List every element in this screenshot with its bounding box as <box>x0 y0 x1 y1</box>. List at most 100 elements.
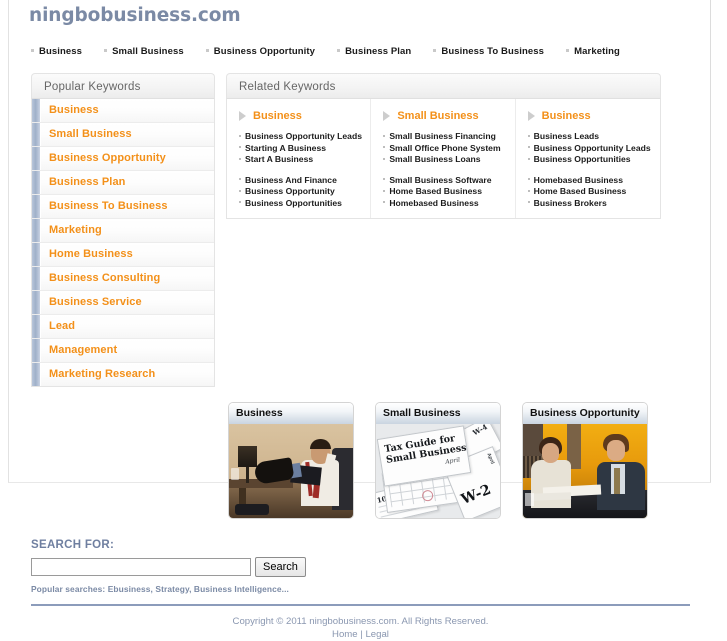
related-link[interactable]: Home Based Business <box>389 186 482 196</box>
top-navigation: Business Small Business Business Opportu… <box>9 45 710 61</box>
sidebar-item-label[interactable]: Business Opportunity <box>41 147 214 170</box>
sidebar-item-business-service[interactable]: Business Service <box>32 291 214 315</box>
related-link[interactable]: Business Opportunity Leads <box>245 131 362 141</box>
related-link[interactable]: Business Opportunity Leads <box>534 143 651 153</box>
sidebar-item-home-business[interactable]: Home Business <box>32 243 214 267</box>
search-input[interactable] <box>31 558 251 576</box>
related-link[interactable]: Homebased Business <box>389 198 478 208</box>
list-item[interactable]: Business And Finance <box>239 175 370 187</box>
list-item[interactable]: Small Office Phone System <box>383 143 514 155</box>
list-item[interactable]: Starting A Business <box>239 143 370 155</box>
accent-bar-icon <box>32 315 41 338</box>
nav-item-business-plan[interactable]: Business Plan <box>337 46 411 57</box>
sidebar-item-marketing[interactable]: Marketing <box>32 219 214 243</box>
sidebar-item-label[interactable]: Business Service <box>41 291 214 314</box>
related-column-title[interactable]: Business <box>253 110 302 122</box>
list-item[interactable]: Small Business Software <box>383 175 514 187</box>
accent-bar-icon <box>32 243 41 266</box>
bullet-icon <box>527 157 530 160</box>
list-item[interactable]: Home Based Business <box>383 186 514 198</box>
tax-guide-april-label: April <box>444 456 461 466</box>
related-link[interactable]: Business Opportunities <box>534 154 631 164</box>
sidebar-item-label[interactable]: Marketing Research <box>41 363 214 386</box>
search-label: SEARCH FOR: <box>31 539 115 551</box>
sidebar-item-label[interactable]: Home Business <box>41 243 214 266</box>
related-column-title[interactable]: Business <box>542 110 591 122</box>
bullet-icon <box>239 178 241 181</box>
nav-item-business[interactable]: Business <box>31 46 82 57</box>
related-keywords-body: Business Business Opportunity Leads Star… <box>226 99 661 219</box>
list-item[interactable]: Business Opportunity Leads <box>527 143 660 155</box>
nav-item-business-to-business[interactable]: Business To Business <box>433 46 544 57</box>
search-button[interactable]: Search <box>255 557 306 577</box>
sidebar-item-small-business[interactable]: Small Business <box>32 123 214 147</box>
related-link[interactable]: Business Opportunity <box>245 186 335 196</box>
card-business-opportunity[interactable]: Business Opportunity <box>522 402 648 519</box>
sidebar-item-label[interactable]: Small Business <box>41 123 214 146</box>
sidebar-item-label[interactable]: Management <box>41 339 214 362</box>
sidebar-item-label[interactable]: Business To Business <box>41 195 214 218</box>
related-link[interactable]: Business And Finance <box>245 175 337 185</box>
sidebar-item-lead[interactable]: Lead <box>32 315 214 339</box>
list-item[interactable]: Business Opportunities <box>239 198 370 210</box>
related-link[interactable]: Start A Business <box>245 154 313 164</box>
form-w2-label: W-2 <box>458 481 494 509</box>
photo-telephone <box>235 504 269 515</box>
sidebar-item-business-consulting[interactable]: Business Consulting <box>32 267 214 291</box>
accent-bar-icon <box>32 123 41 146</box>
sidebar-item-management[interactable]: Management <box>32 339 214 363</box>
sidebar-item-label[interactable]: Business Plan <box>41 171 214 194</box>
footer-link-home[interactable]: Home <box>332 629 358 640</box>
page-container: ningbobusiness.com Business Small Busine… <box>8 0 711 640</box>
nav-item-label: Marketing <box>574 46 620 57</box>
card-small-business[interactable]: Small Business 1040 W-4 April W-2 <box>375 402 501 519</box>
related-link[interactable]: Small Business Software <box>389 175 491 185</box>
popular-searches[interactable]: Popular searches: Ebusiness, Strategy, B… <box>31 584 710 594</box>
list-item[interactable]: Business Opportunities <box>527 154 660 166</box>
popular-keywords-header: Popular Keywords <box>31 73 215 99</box>
sidebar-item-marketing-research[interactable]: Marketing Research <box>32 363 214 386</box>
related-link[interactable]: Business Leads <box>534 131 599 141</box>
related-link[interactable]: Small Business Loans <box>389 154 480 164</box>
list-item[interactable]: Homebased Business <box>527 175 660 187</box>
sidebar-item-label[interactable]: Marketing <box>41 219 214 242</box>
footer-links: Home | Legal <box>31 628 690 641</box>
bullet-icon <box>104 49 108 53</box>
list-item[interactable]: Small Business Loans <box>383 154 514 166</box>
related-link[interactable]: Business Opportunities <box>245 198 342 208</box>
bullet-icon <box>383 189 386 192</box>
sidebar-item-business-to-business[interactable]: Business To Business <box>32 195 214 219</box>
sidebar-item-business-plan[interactable]: Business Plan <box>32 171 214 195</box>
related-link[interactable]: Starting A Business <box>245 143 326 153</box>
list-item[interactable]: Start A Business <box>239 154 370 166</box>
related-link[interactable]: Small Business Financing <box>389 131 496 141</box>
popular-keywords-list: Business Small Business Business Opportu… <box>32 99 214 386</box>
sidebar-item-business-opportunity[interactable]: Business Opportunity <box>32 147 214 171</box>
list-item[interactable]: Business Brokers <box>527 198 660 210</box>
sidebar-item-business[interactable]: Business <box>32 99 214 123</box>
sidebar-item-label[interactable]: Lead <box>41 315 214 338</box>
accent-bar-icon <box>32 99 41 122</box>
list-item[interactable]: Home Based Business <box>527 186 660 198</box>
sidebar-item-label[interactable]: Business Consulting <box>41 267 214 290</box>
card-business[interactable]: Business <box>228 402 354 519</box>
popular-keywords-body: Business Small Business Business Opportu… <box>31 99 215 387</box>
bullet-icon <box>433 49 437 53</box>
related-link[interactable]: Home Based Business <box>534 186 627 196</box>
list-item[interactable]: Business Leads <box>527 131 660 143</box>
footer-link-legal[interactable]: Legal <box>365 629 388 640</box>
nav-item-marketing[interactable]: Marketing <box>566 46 620 57</box>
accent-bar-icon <box>32 219 41 242</box>
nav-item-small-business[interactable]: Small Business <box>104 46 184 57</box>
related-column-1: Business Business Opportunity Leads Star… <box>227 99 372 218</box>
sidebar-item-label[interactable]: Business <box>41 99 214 122</box>
related-link[interactable]: Homebased Business <box>534 175 623 185</box>
list-item[interactable]: Business Opportunity <box>239 186 370 198</box>
related-column-title[interactable]: Small Business <box>397 110 478 122</box>
list-item[interactable]: Business Opportunity Leads <box>239 131 370 143</box>
related-link[interactable]: Small Office Phone System <box>389 143 500 153</box>
list-item[interactable]: Small Business Financing <box>383 131 514 143</box>
nav-item-business-opportunity[interactable]: Business Opportunity <box>205 46 315 57</box>
related-link[interactable]: Business Brokers <box>534 198 607 208</box>
list-item[interactable]: Homebased Business <box>383 198 514 210</box>
